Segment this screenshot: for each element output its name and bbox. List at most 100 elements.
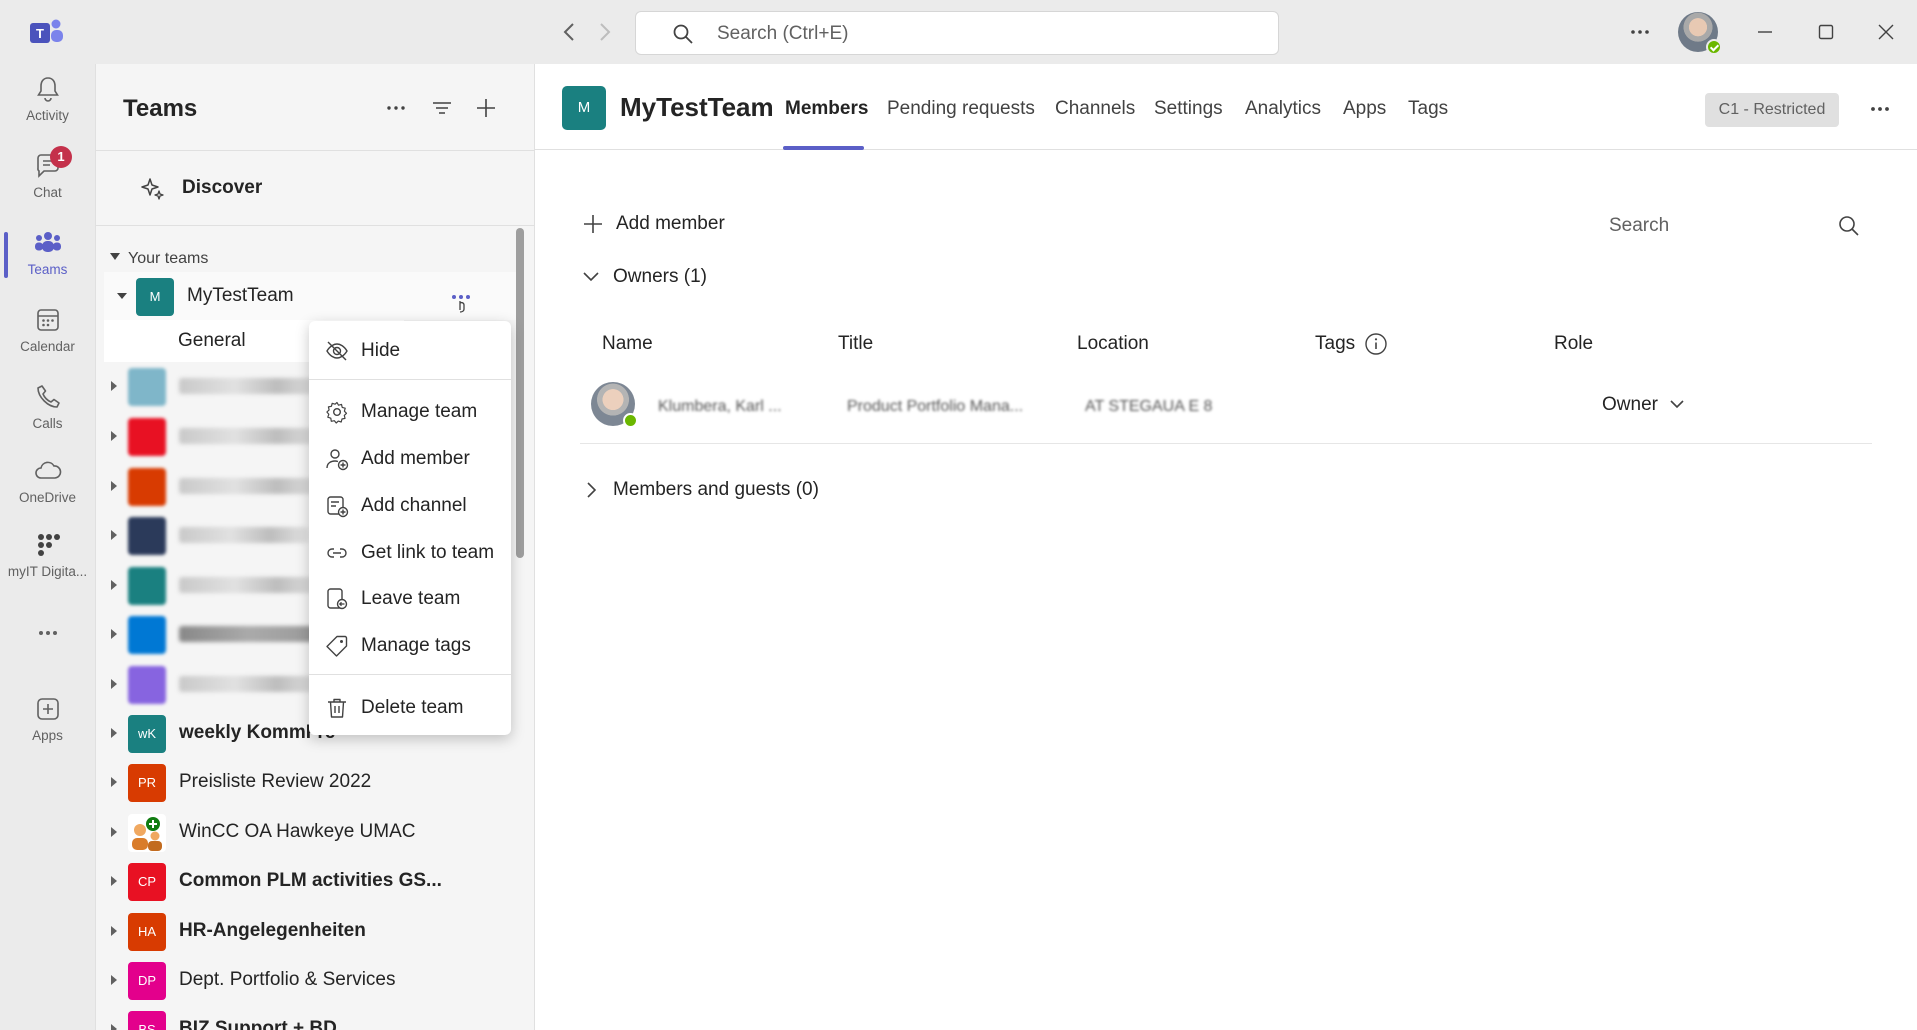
team-avatar: BS xyxy=(128,1011,166,1030)
tab-settings[interactable]: Settings xyxy=(1154,98,1223,120)
caret-right-icon xyxy=(111,827,117,837)
menu-item-add-member[interactable]: Add member xyxy=(309,437,511,479)
member-search-input[interactable]: Search xyxy=(1609,210,1869,244)
add-channel-icon xyxy=(327,496,349,518)
team-name: Dept. Portfolio & Services xyxy=(179,969,396,990)
search-placeholder: Search xyxy=(1609,215,1670,236)
blurred-team-name xyxy=(179,478,319,494)
menu-item-label: Add member xyxy=(361,448,470,469)
members-section-toggle[interactable]: Members and guests (0) xyxy=(580,476,840,506)
filter-icon[interactable] xyxy=(428,94,456,122)
team-name: HR-Angelegenheiten xyxy=(179,920,366,941)
add-member-button[interactable]: Add member xyxy=(581,210,761,240)
leave-icon xyxy=(327,588,348,610)
menu-item-hide[interactable]: Hide xyxy=(309,329,511,371)
team-name: MyTestTeam xyxy=(187,285,294,306)
rail-item-activity[interactable]: Activity xyxy=(0,64,95,138)
ellipsis-icon[interactable] xyxy=(1865,94,1895,124)
ellipsis-icon xyxy=(38,631,57,635)
teams-logo-icon: T xyxy=(30,19,63,43)
forward-arrow-icon[interactable] xyxy=(590,18,618,46)
caret-down-icon xyxy=(110,253,120,260)
plus-icon[interactable] xyxy=(472,94,500,122)
tag-icon xyxy=(326,635,348,657)
caret-right-icon xyxy=(111,381,117,391)
add-app-icon xyxy=(36,698,59,720)
ellipsis-icon[interactable] xyxy=(382,94,410,122)
tab-apps[interactable]: Apps xyxy=(1343,98,1386,120)
info-icon[interactable] xyxy=(1364,332,1388,356)
menu-item-leave-team[interactable]: Leave team xyxy=(309,577,511,619)
rail-more-button[interactable] xyxy=(0,608,95,648)
tab-analytics[interactable]: Analytics xyxy=(1245,98,1321,120)
your-teams-header[interactable]: Your teams xyxy=(110,250,208,268)
rail-label: OneDrive xyxy=(18,490,77,505)
team-avatar xyxy=(128,468,166,506)
cloud-icon xyxy=(34,461,61,479)
panel-scrollbar[interactable] xyxy=(516,228,524,558)
team-row[interactable]: CP Common PLM activities GS... xyxy=(96,857,516,905)
rail-item-teams[interactable]: Teams xyxy=(0,218,95,292)
phone-icon xyxy=(36,385,60,408)
menu-item-label: Hide xyxy=(361,340,401,361)
menu-item-manage-tags[interactable]: Manage tags xyxy=(309,624,511,666)
owners-section-toggle[interactable]: Owners (1) xyxy=(580,263,740,293)
more-options-button[interactable] xyxy=(1622,14,1658,50)
profile-avatar[interactable] xyxy=(1678,12,1722,55)
role-dropdown[interactable]: Owner xyxy=(1602,394,1686,416)
member-row[interactable]: Klumbera, Karl ... Product Portfolio Man… xyxy=(580,376,1872,444)
blurred-team-name xyxy=(179,676,319,692)
menu-item-delete-team[interactable]: Delete team xyxy=(309,686,511,728)
team-title: MyTestTeam xyxy=(620,92,774,122)
panel-title: Teams xyxy=(123,95,198,122)
rail-item-chat[interactable]: 1 Chat xyxy=(0,141,95,215)
team-more-options-icon[interactable] xyxy=(450,291,472,313)
caret-right-icon xyxy=(111,530,117,540)
team-row[interactable]: WinCC OA Hawkeye UMAC xyxy=(96,808,516,856)
column-header-tags[interactable]: Tags xyxy=(1315,333,1355,355)
rail-item-onedrive[interactable]: OneDrive xyxy=(0,446,95,520)
menu-separator xyxy=(309,674,511,675)
menu-item-manage-team[interactable]: Manage team xyxy=(309,390,511,432)
column-header-location[interactable]: Location xyxy=(1077,333,1149,355)
rail-item-calendar[interactable]: Calendar xyxy=(0,295,95,369)
column-header-name[interactable]: Name xyxy=(602,333,653,355)
minimize-button[interactable] xyxy=(1747,14,1783,50)
back-arrow-icon[interactable] xyxy=(556,18,584,46)
rail-item-apps[interactable]: Apps xyxy=(0,684,95,758)
column-header-role[interactable]: Role xyxy=(1554,333,1593,355)
team-row[interactable]: DP Dept. Portfolio & Services xyxy=(96,956,516,1004)
column-header-title[interactable]: Title xyxy=(838,333,873,355)
discover-button[interactable]: Discover xyxy=(96,150,534,226)
rail-label: myIT Digita... xyxy=(7,564,88,579)
team-avatar: M xyxy=(562,86,606,130)
menu-item-add-channel[interactable]: Add channel xyxy=(309,484,511,526)
tab-channels[interactable]: Channels xyxy=(1055,98,1135,120)
tab-members[interactable]: Members xyxy=(785,98,868,120)
chevron-right-icon xyxy=(587,482,597,498)
menu-item-get-link[interactable]: Get link to team xyxy=(309,531,511,573)
rail-item-myit[interactable]: myIT Digita... xyxy=(0,520,95,594)
global-search-input[interactable]: Search (Ctrl+E) xyxy=(635,11,1279,55)
sensitivity-label-badge[interactable]: C1 - Restricted xyxy=(1705,93,1839,127)
tab-tags[interactable]: Tags xyxy=(1408,98,1448,120)
team-context-menu: Hide Manage team Add member Add channel … xyxy=(309,321,511,735)
team-name: BIZ Support + BD xyxy=(179,1018,337,1030)
chat-badge: 1 xyxy=(50,146,72,168)
member-name: Klumbera, Karl ... xyxy=(658,398,782,415)
close-window-button[interactable] xyxy=(1868,14,1904,50)
role-label: Owner xyxy=(1602,394,1658,415)
team-row[interactable]: PR Preisliste Review 2022 xyxy=(96,758,516,806)
team-row[interactable]: BS BIZ Support + BD xyxy=(96,1005,516,1030)
caret-right-icon xyxy=(111,876,117,886)
maximize-button[interactable] xyxy=(1808,14,1844,50)
blurred-team-name xyxy=(179,626,319,642)
rail-item-calls[interactable]: Calls xyxy=(0,372,95,446)
team-avatar: HA xyxy=(128,913,166,951)
your-teams-label: Your teams xyxy=(128,250,209,267)
tab-pending-requests[interactable]: Pending requests xyxy=(887,98,1035,120)
team-row[interactable]: HA HR-Angelegenheiten xyxy=(96,907,516,955)
caret-right-icon xyxy=(111,481,117,491)
team-avatar xyxy=(128,418,166,456)
rail-label: Teams xyxy=(27,262,68,277)
